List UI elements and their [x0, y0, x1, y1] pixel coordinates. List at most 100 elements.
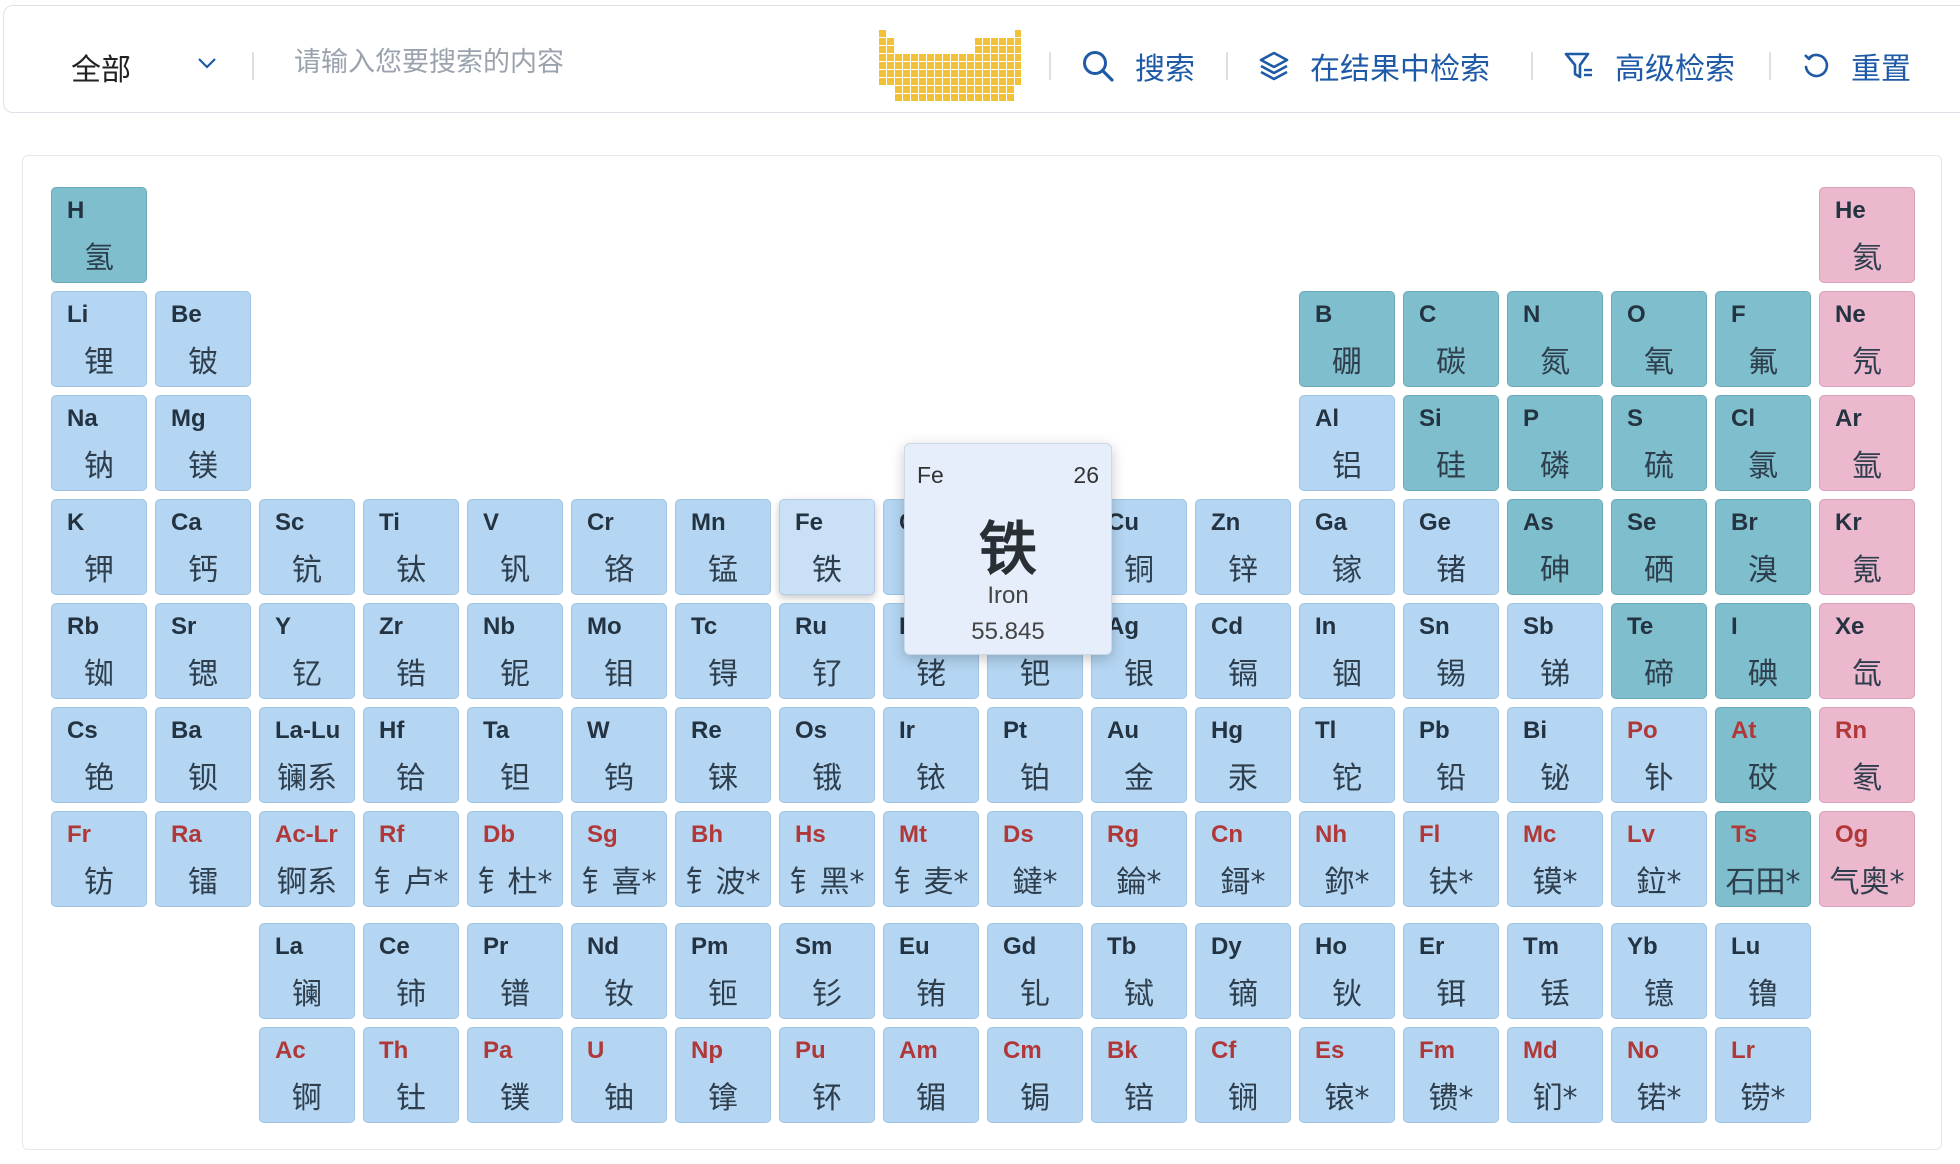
element-tile-ts[interactable]: Ts 石田* — [1715, 811, 1811, 907]
element-tile-lu[interactable]: Lu 镥 — [1715, 923, 1811, 1019]
element-tile-ti[interactable]: Ti 钛 — [363, 499, 459, 595]
element-tile-al[interactable]: Al 铝 — [1299, 395, 1395, 491]
element-tile-o[interactable]: O氧 — [1611, 291, 1707, 387]
element-tile-ta[interactable]: Ta 钽 — [467, 707, 563, 803]
element-tile-sm[interactable]: Sm 钐 — [779, 923, 875, 1019]
element-tile-zr[interactable]: Zr 锆 — [363, 603, 459, 699]
element-tile-n[interactable]: N氮 — [1507, 291, 1603, 387]
element-tile-mn[interactable]: Mn 锰 — [675, 499, 771, 595]
element-tile-sr[interactable]: Sr 锶 — [155, 603, 251, 699]
reset-button[interactable]: 重置 — [1801, 44, 1911, 88]
element-tile-es[interactable]: Es 锿* — [1299, 1027, 1395, 1123]
element-tile-cl[interactable]: Cl 氯 — [1715, 395, 1811, 491]
element-tile-pr[interactable]: Pr 镨 — [467, 923, 563, 1019]
element-tile-gd[interactable]: Gd 钆 — [987, 923, 1083, 1019]
element-tile-pb[interactable]: Pb 铅 — [1403, 707, 1499, 803]
element-tile-po[interactable]: Po 钋 — [1611, 707, 1707, 803]
element-tile-rn[interactable]: Rn 氡 — [1819, 707, 1915, 803]
element-tile-ar[interactable]: Ar 氩 — [1819, 395, 1915, 491]
element-tile-he[interactable]: He 氦 — [1819, 187, 1915, 283]
element-tile-ne[interactable]: Ne 氖 — [1819, 291, 1915, 387]
scope-select[interactable]: 全部 — [71, 45, 131, 89]
element-tile-np[interactable]: Np 镎 — [675, 1027, 771, 1123]
element-tile-ba[interactable]: Ba 钡 — [155, 707, 251, 803]
element-tile-fr[interactable]: Fr 钫 — [51, 811, 147, 907]
element-tile-cs[interactable]: Cs 铯 — [51, 707, 147, 803]
element-tile-si[interactable]: Si 硅 — [1403, 395, 1499, 491]
element-tile-b[interactable]: B硼 — [1299, 291, 1395, 387]
element-tile-hg[interactable]: Hg 汞 — [1195, 707, 1291, 803]
element-tile-sn[interactable]: Sn 锡 — [1403, 603, 1499, 699]
element-tile-er[interactable]: Er 铒 — [1403, 923, 1499, 1019]
element-tile-fl[interactable]: Fl 𫓧* — [1403, 811, 1499, 907]
element-tile-at[interactable]: At 砹 — [1715, 707, 1811, 803]
element-tile-s[interactable]: S硫 — [1611, 395, 1707, 491]
element-tile-mc[interactable]: Mc 镆* — [1507, 811, 1603, 907]
element-tile-nd[interactable]: Nd 钕 — [571, 923, 667, 1019]
element-tile-tm[interactable]: Tm 铥 — [1507, 923, 1603, 1019]
element-tile-lr[interactable]: Lr 铹* — [1715, 1027, 1811, 1123]
element-tile-fm[interactable]: Fm 镄* — [1403, 1027, 1499, 1123]
element-tile-ac-lr[interactable]: Ac-Lr 锕系 — [259, 811, 355, 907]
element-tile-ir[interactable]: Ir 铱 — [883, 707, 979, 803]
element-tile-y[interactable]: Y钇 — [259, 603, 355, 699]
element-tile-sb[interactable]: Sb 锑 — [1507, 603, 1603, 699]
element-tile-cr[interactable]: Cr 铬 — [571, 499, 667, 595]
element-tile-se[interactable]: Se 硒 — [1611, 499, 1707, 595]
element-tile-bk[interactable]: Bk 锫 — [1091, 1027, 1187, 1123]
element-tile-pm[interactable]: Pm 钷 — [675, 923, 771, 1019]
element-tile-hf[interactable]: Hf 铪 — [363, 707, 459, 803]
element-tile-tc[interactable]: Tc 锝 — [675, 603, 771, 699]
element-tile-w[interactable]: W钨 — [571, 707, 667, 803]
element-tile-pu[interactable]: Pu 钚 — [779, 1027, 875, 1123]
element-tile-mo[interactable]: Mo 钼 — [571, 603, 667, 699]
element-tile-yb[interactable]: Yb 镱 — [1611, 923, 1707, 1019]
element-tile-ds[interactable]: Ds 鐽* — [987, 811, 1083, 907]
chevron-down-icon[interactable] — [196, 56, 218, 70]
element-tile-os[interactable]: Os 锇 — [779, 707, 875, 803]
element-tile-eu[interactable]: Eu 铕 — [883, 923, 979, 1019]
element-tile-nh[interactable]: Nh 鉨* — [1299, 811, 1395, 907]
element-tile-cm[interactable]: Cm 锔 — [987, 1027, 1083, 1123]
element-tile-ra[interactable]: Ra 镭 — [155, 811, 251, 907]
element-tile-ge[interactable]: Ge 锗 — [1403, 499, 1499, 595]
element-tile-au[interactable]: Au 金 — [1091, 707, 1187, 803]
search-input[interactable] — [292, 36, 856, 88]
element-tile-la-lu[interactable]: La-Lu 镧系 — [259, 707, 355, 803]
element-tile-am[interactable]: Am 镅 — [883, 1027, 979, 1123]
element-tile-lv[interactable]: Lv 鉝* — [1611, 811, 1707, 907]
element-tile-as[interactable]: As 砷 — [1507, 499, 1603, 595]
element-tile-bh[interactable]: Bh 钅波* — [675, 811, 771, 907]
element-tile-be[interactable]: Be 铍 — [155, 291, 251, 387]
element-tile-th[interactable]: Th 钍 — [363, 1027, 459, 1123]
element-tile-ru[interactable]: Ru 钌 — [779, 603, 875, 699]
element-tile-li[interactable]: Li 锂 — [51, 291, 147, 387]
element-tile-cn[interactable]: Cn 鎶* — [1195, 811, 1291, 907]
element-tile-ga[interactable]: Ga 镓 — [1299, 499, 1395, 595]
element-tile-md[interactable]: Md 钔* — [1507, 1027, 1603, 1123]
element-tile-p[interactable]: P磷 — [1507, 395, 1603, 491]
element-tile-tl[interactable]: Tl 铊 — [1299, 707, 1395, 803]
element-tile-c[interactable]: C碳 — [1403, 291, 1499, 387]
element-tile-dy[interactable]: Dy 镝 — [1195, 923, 1291, 1019]
element-tile-na[interactable]: Na 钠 — [51, 395, 147, 491]
element-tile-br[interactable]: Br 溴 — [1715, 499, 1811, 595]
element-tile-i[interactable]: I碘 — [1715, 603, 1811, 699]
element-tile-no[interactable]: No 锘* — [1611, 1027, 1707, 1123]
element-tile-pa[interactable]: Pa 镤 — [467, 1027, 563, 1123]
search-button[interactable]: 搜索 — [1081, 44, 1195, 88]
element-tile-xe[interactable]: Xe 氙 — [1819, 603, 1915, 699]
element-tile-ca[interactable]: Ca 钙 — [155, 499, 251, 595]
element-tile-bi[interactable]: Bi 铋 — [1507, 707, 1603, 803]
element-tile-ac[interactable]: Ac 锕 — [259, 1027, 355, 1123]
element-tile-og[interactable]: Og 气奥* — [1819, 811, 1915, 907]
element-tile-rg[interactable]: Rg 錀* — [1091, 811, 1187, 907]
element-tile-rb[interactable]: Rb 铷 — [51, 603, 147, 699]
element-tile-la[interactable]: La 镧 — [259, 923, 355, 1019]
element-tile-re[interactable]: Re 铼 — [675, 707, 771, 803]
element-tile-mt[interactable]: Mt 钅麦* — [883, 811, 979, 907]
element-tile-cf[interactable]: Cf 锎 — [1195, 1027, 1291, 1123]
element-tile-f[interactable]: F氟 — [1715, 291, 1811, 387]
element-tile-u[interactable]: U铀 — [571, 1027, 667, 1123]
element-tile-sg[interactable]: Sg 钅喜* — [571, 811, 667, 907]
